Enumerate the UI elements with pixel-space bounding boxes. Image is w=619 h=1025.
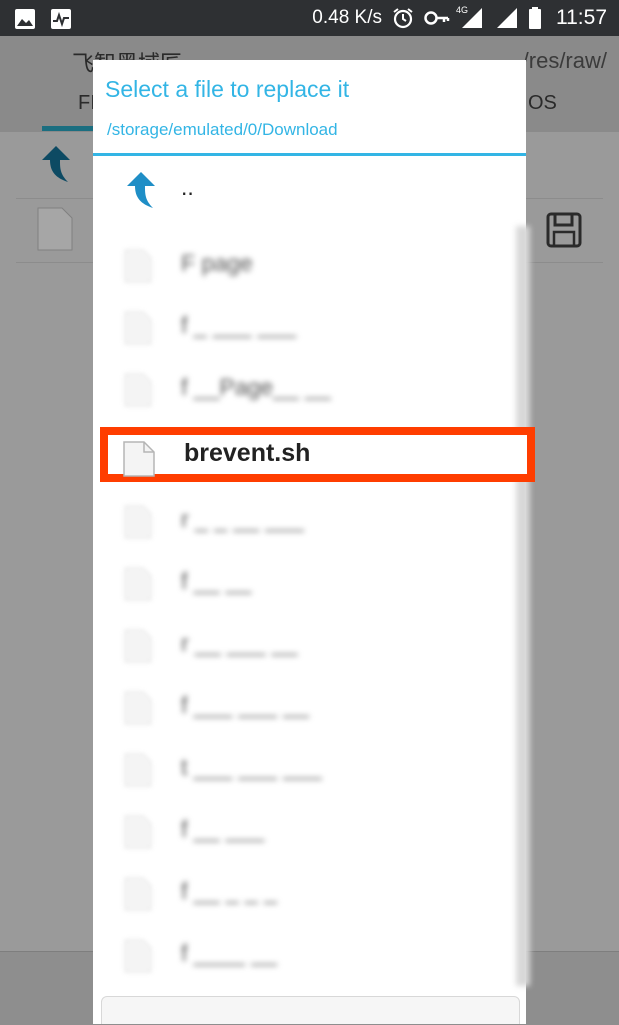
file-name: f ___ ___ __: [181, 692, 309, 718]
key-icon: [424, 7, 450, 29]
file-icon: [36, 206, 74, 257]
list-item[interactable]: t ___ ___ ___: [93, 736, 526, 800]
file-icon: [122, 441, 156, 482]
dialog-title: Select a file to replace it: [105, 76, 350, 102]
file-icon: [123, 752, 153, 793]
file-icon: [123, 504, 153, 545]
file-name: f __ _ _ _: [181, 878, 277, 904]
battery-icon: [528, 7, 542, 29]
dialog-path: /storage/emulated/0/Download: [107, 120, 338, 139]
list-item[interactable]: f __ __: [93, 550, 526, 614]
file-icon: [123, 372, 153, 413]
dialog-cancel-button[interactable]: [101, 996, 520, 1024]
file-icon: [123, 248, 153, 289]
file-name: f _ ___ ___: [181, 312, 297, 338]
list-item[interactable]: r __ ___ __: [93, 612, 526, 676]
net-speed: 0.48 K/s: [312, 7, 382, 28]
background-path: /res/raw/: [522, 48, 607, 73]
file-icon: [123, 690, 153, 731]
file-name: f __ ___: [181, 816, 265, 842]
signal-icon: [496, 7, 518, 29]
selected-file-item[interactable]: brevent.sh: [100, 427, 535, 482]
list-item[interactable]: f ___ ___ __: [93, 674, 526, 738]
file-name: f ____ __: [181, 940, 277, 966]
file-icon: [123, 938, 153, 979]
list-item[interactable]: f __ ___: [93, 798, 526, 862]
file-picker-dialog: Select a file to replace it /storage/emu…: [93, 60, 526, 1024]
image-icon: [14, 8, 36, 30]
file-name: f __Page__ __: [181, 374, 331, 400]
up-arrow-icon: [123, 170, 159, 215]
file-name: F page: [181, 250, 253, 276]
file-icon: [123, 310, 153, 351]
clock: 11:57: [556, 6, 607, 29]
file-name: t ___ ___ ___: [181, 754, 322, 780]
file-name: f __ __: [181, 568, 252, 594]
list-item[interactable]: f __ _ _ _: [93, 860, 526, 924]
background-tab-other: OS: [528, 92, 557, 114]
list-edge-shadow: [516, 226, 530, 986]
list-item[interactable]: F page: [93, 232, 526, 296]
file-icon: [123, 628, 153, 669]
parent-directory-item[interactable]: ..: [93, 158, 526, 222]
list-item[interactable]: f _ ___ ___: [93, 294, 526, 358]
file-icon: [123, 566, 153, 607]
dialog-divider: [93, 153, 526, 156]
list-item[interactable]: f ____ __: [93, 922, 526, 986]
up-arrow-icon: [38, 144, 74, 189]
list-item[interactable]: f __Page__ __: [93, 356, 526, 420]
activity-icon: [50, 8, 72, 30]
file-name: r _ _ __ ___: [181, 506, 304, 532]
parent-directory-label: ..: [181, 174, 194, 200]
file-name: r __ ___ __: [181, 630, 298, 656]
file-icon: [123, 876, 153, 917]
list-item[interactable]: r _ _ __ ___: [93, 488, 526, 552]
tab-indicator: [42, 126, 94, 131]
status-bar: 0.48 K/s 4G 11:57: [0, 0, 619, 36]
selected-file-name: brevent.sh: [184, 439, 311, 467]
file-icon: [123, 814, 153, 855]
alarm-icon: [392, 7, 414, 29]
network-type: 4G: [456, 5, 469, 15]
signal-icon: 4G: [456, 5, 486, 29]
save-icon: [546, 212, 582, 253]
